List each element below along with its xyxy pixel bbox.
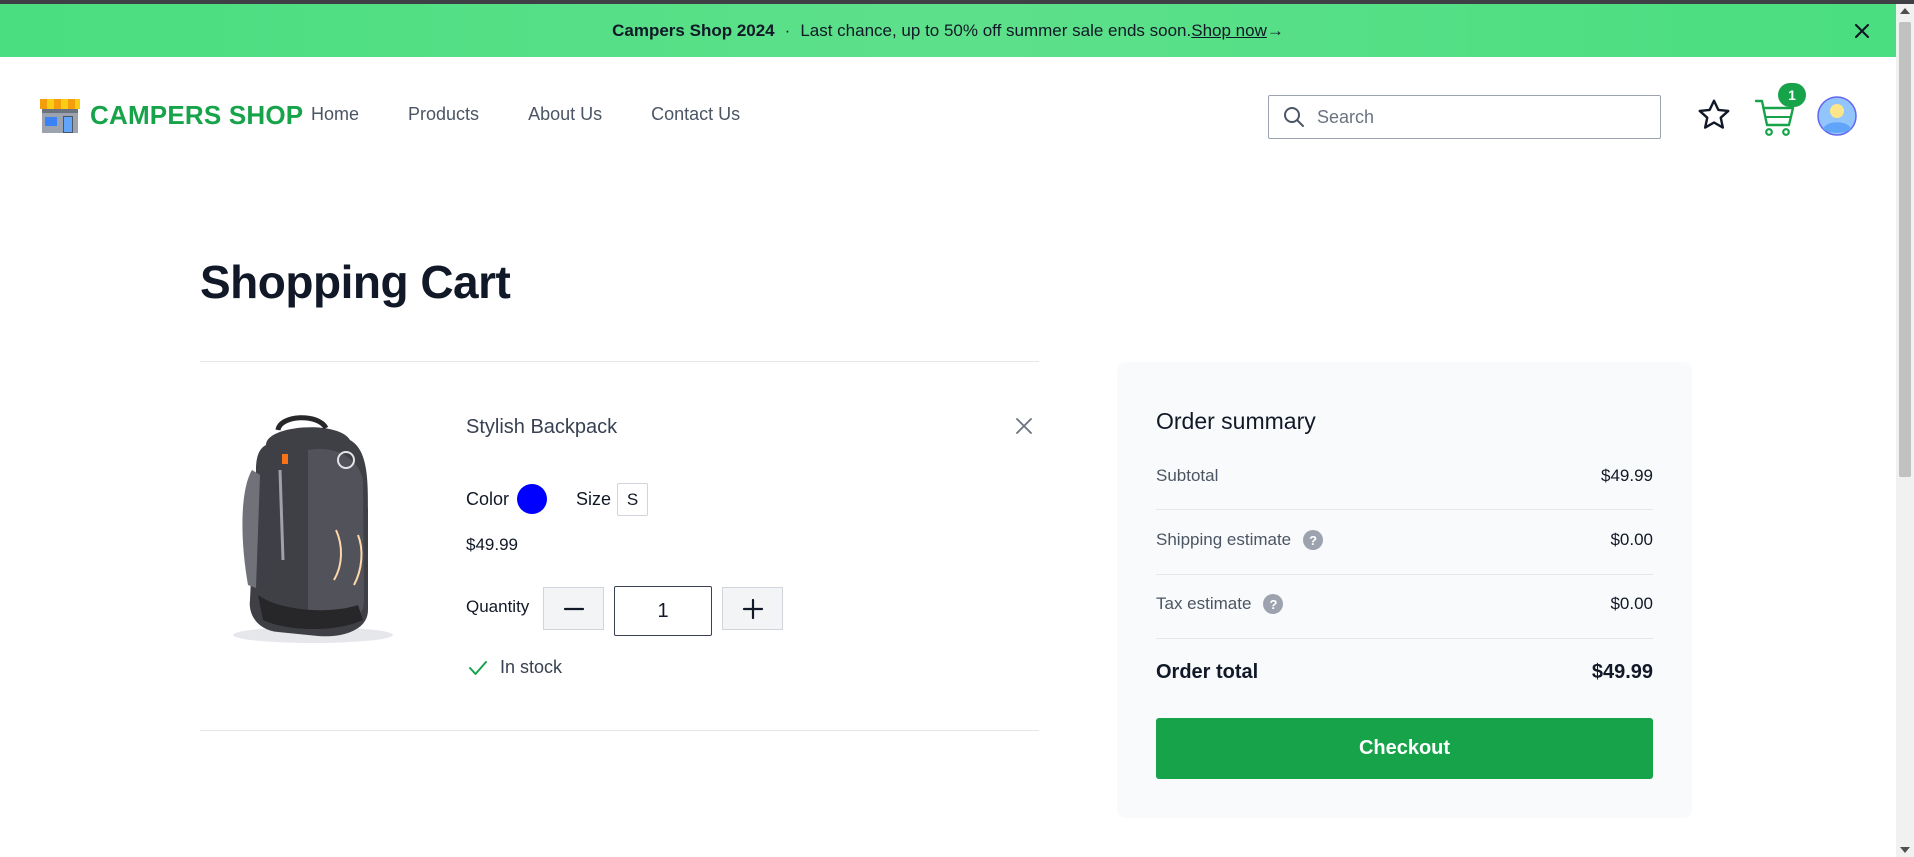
color-swatch bbox=[517, 484, 547, 514]
banner-message: Last chance, up to 50% off summer sale e… bbox=[800, 20, 1192, 40]
scroll-down-icon[interactable] bbox=[1900, 847, 1910, 853]
help-icon[interactable]: ? bbox=[1303, 530, 1324, 550]
check-icon bbox=[469, 660, 487, 675]
help-icon[interactable]: ? bbox=[1263, 594, 1284, 614]
cart-count-badge: 1 bbox=[1778, 83, 1806, 107]
divider bbox=[1156, 638, 1653, 639]
quantity-label: Quantity bbox=[466, 597, 530, 616]
item-name[interactable]: Stylish Backpack bbox=[466, 416, 617, 439]
order-summary-title: Order summary bbox=[1156, 408, 1316, 434]
subtotal-label: Subtotal bbox=[1156, 466, 1219, 485]
divider bbox=[1156, 574, 1653, 575]
stock-status: In stock bbox=[468, 657, 562, 678]
arrow-right-icon: → bbox=[1266, 20, 1284, 40]
tax-row: Tax estimate ? $0.00 bbox=[1156, 594, 1653, 614]
quantity-decrease-button[interactable] bbox=[543, 587, 604, 630]
shipping-label: Shipping estimate bbox=[1156, 530, 1292, 549]
star-icon[interactable] bbox=[1696, 97, 1732, 133]
page-title: Shopping Cart bbox=[200, 256, 511, 308]
item-price: $49.99 bbox=[466, 535, 518, 554]
search-box bbox=[1268, 95, 1661, 139]
color-label: Color bbox=[466, 489, 510, 509]
tax-label: Tax estimate bbox=[1156, 594, 1252, 613]
close-icon bbox=[1854, 23, 1870, 38]
remove-item-button[interactable] bbox=[1012, 414, 1036, 438]
nav-home[interactable]: Home bbox=[311, 104, 359, 125]
order-total-row: Order total $49.99 bbox=[1156, 661, 1653, 684]
search-input[interactable] bbox=[1317, 106, 1637, 128]
size-label: Size bbox=[576, 489, 612, 509]
stock-status-text: In stock bbox=[500, 657, 563, 677]
nav-products[interactable]: Products bbox=[408, 104, 479, 125]
site-header: CAMPERS SHOP Home Products About Us Cont… bbox=[0, 57, 1896, 177]
banner-separator: · bbox=[784, 20, 791, 40]
scroll-thumb[interactable] bbox=[1899, 22, 1911, 477]
shipping-row: Shipping estimate ? $0.00 bbox=[1156, 530, 1653, 550]
divider bbox=[200, 361, 1039, 362]
order-total-value: $49.99 bbox=[1591, 661, 1653, 683]
shop-now-link[interactable]: Shop now bbox=[1191, 21, 1267, 41]
divider bbox=[200, 730, 1039, 731]
banner-brand: Campers Shop 2024 bbox=[612, 20, 775, 40]
quantity-increase-button[interactable] bbox=[722, 587, 783, 630]
search-icon bbox=[1284, 107, 1304, 127]
quantity-input[interactable] bbox=[614, 586, 712, 636]
subtotal-row: Subtotal $49.99 bbox=[1156, 466, 1653, 486]
shipping-value: $0.00 bbox=[1610, 530, 1653, 549]
nav-contact-us[interactable]: Contact Us bbox=[651, 104, 740, 125]
logo[interactable]: CAMPERS SHOP bbox=[38, 95, 303, 135]
store-icon bbox=[40, 99, 80, 133]
scroll-up-icon[interactable] bbox=[1900, 8, 1910, 14]
subtotal-value: $49.99 bbox=[1601, 466, 1653, 485]
order-summary: Order summary Subtotal $49.99 Shipping e… bbox=[1117, 362, 1692, 818]
size-value: S bbox=[617, 483, 648, 516]
order-total-label: Order total bbox=[1156, 661, 1259, 683]
logo-text: CAMPERS SHOP bbox=[90, 99, 304, 130]
plus-icon bbox=[742, 598, 763, 619]
shipping-label-group: Shipping estimate ? bbox=[1156, 530, 1324, 550]
close-icon bbox=[1016, 418, 1032, 434]
tax-label-group: Tax estimate ? bbox=[1156, 594, 1284, 614]
tax-value: $0.00 bbox=[1610, 594, 1653, 613]
divider bbox=[1156, 509, 1653, 510]
promo-banner: Campers Shop 2024 · Last chance, up to 5… bbox=[0, 4, 1896, 57]
main-nav: Home Products About Us Contact Us bbox=[311, 104, 740, 125]
nav-about-us[interactable]: About Us bbox=[528, 104, 602, 125]
avatar[interactable] bbox=[1817, 96, 1857, 136]
backpack-image[interactable] bbox=[218, 410, 408, 645]
minus-icon bbox=[563, 607, 584, 610]
checkout-button[interactable]: Checkout bbox=[1156, 718, 1653, 779]
page-scrollbar[interactable] bbox=[1896, 4, 1914, 857]
banner-close-button[interactable] bbox=[1848, 17, 1876, 45]
